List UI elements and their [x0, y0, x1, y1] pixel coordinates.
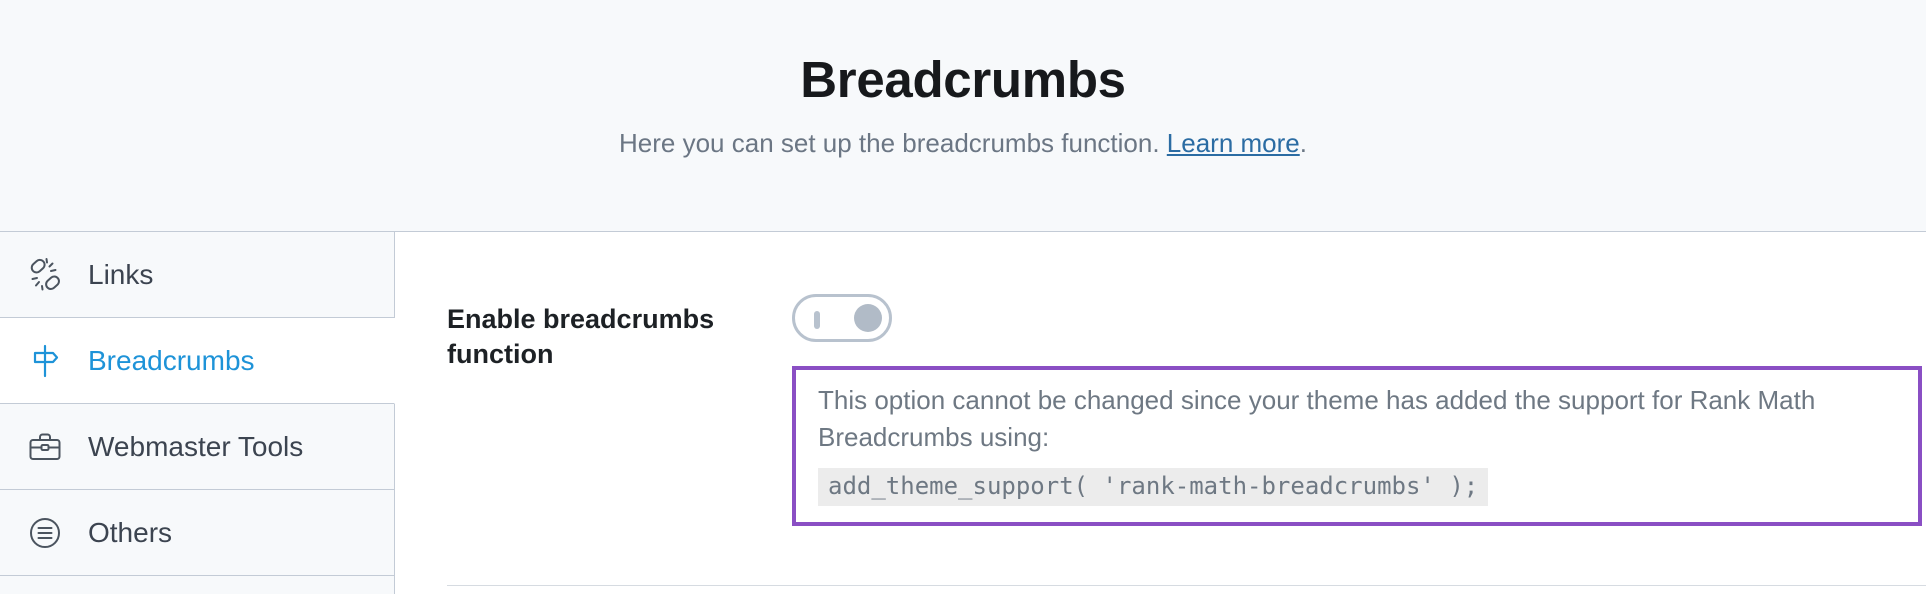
- section-divider: [447, 585, 1926, 586]
- setting-control: This option cannot be changed since your…: [792, 294, 1926, 526]
- page-header: Breadcrumbs Here you can set up the brea…: [0, 0, 1926, 232]
- settings-sidebar: Links Breadcrumbs Webmaster Tools Others: [0, 232, 395, 594]
- toggle-bar-indicator: [814, 311, 820, 329]
- content-area: Links Breadcrumbs Webmaster Tools Others…: [0, 232, 1926, 594]
- signpost-icon: [22, 338, 68, 384]
- breadcrumbs-settings-page: Breadcrumbs Here you can set up the brea…: [0, 0, 1926, 594]
- settings-main-panel: Enable breadcrumbs function This option …: [395, 232, 1926, 594]
- sidebar-item-label: Links: [88, 258, 154, 290]
- theme-support-notice: This option cannot be changed since your…: [792, 366, 1922, 526]
- sidebar-item-links[interactable]: Links: [0, 232, 394, 318]
- page-subtitle: Here you can set up the breadcrumbs func…: [619, 127, 1307, 161]
- sidebar-item-breadcrumbs[interactable]: Breadcrumbs: [0, 318, 395, 404]
- page-title: Breadcrumbs: [800, 51, 1126, 108]
- briefcase-icon: [22, 424, 68, 470]
- toggle-knob: [854, 304, 882, 332]
- learn-more-link[interactable]: Learn more: [1167, 128, 1300, 158]
- setting-row-enable-breadcrumbs: Enable breadcrumbs function This option …: [447, 294, 1926, 526]
- broken-link-icon: [22, 252, 68, 298]
- sidebar-item-label: Others: [88, 516, 173, 548]
- sidebar-item-webmaster-tools[interactable]: Webmaster Tools: [0, 404, 394, 490]
- sidebar-item-label: Breadcrumbs: [88, 344, 255, 376]
- theme-support-notice-text: This option cannot be changed since your…: [818, 385, 1816, 452]
- sidebar-item-others[interactable]: Others: [0, 490, 394, 576]
- circle-list-icon: [22, 510, 68, 556]
- page-subtitle-text: Here you can set up the breadcrumbs func…: [619, 128, 1167, 159]
- enable-breadcrumbs-label: Enable breadcrumbs function: [447, 304, 715, 369]
- page-subtitle-period: .: [1299, 128, 1307, 159]
- theme-support-code-snippet: add_theme_support( 'rank-math-breadcrumb…: [818, 467, 1489, 506]
- sidebar-item-label: Webmaster Tools: [88, 430, 304, 462]
- enable-breadcrumbs-toggle[interactable]: [792, 294, 892, 342]
